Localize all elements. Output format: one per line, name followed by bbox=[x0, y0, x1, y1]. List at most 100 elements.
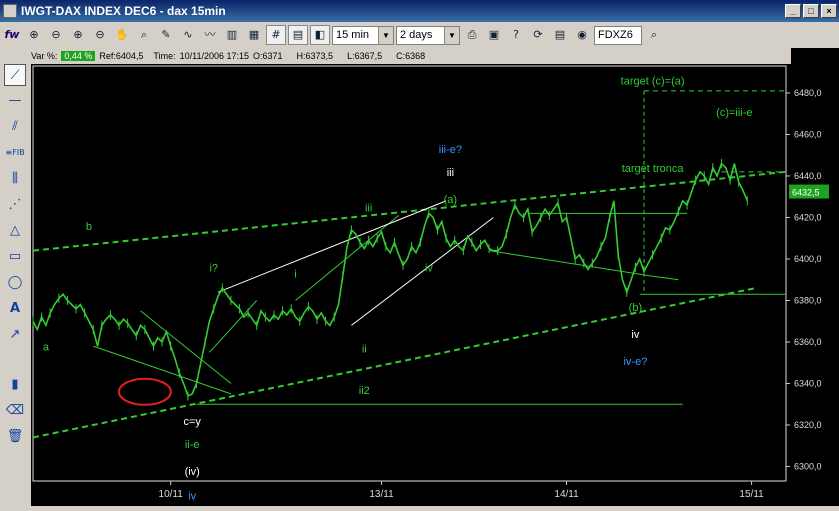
range-select[interactable]: 2 days ▼ bbox=[396, 25, 460, 45]
symbol-input[interactable]: FDXZ6 bbox=[594, 25, 642, 45]
interval-value: 15 min bbox=[336, 28, 370, 41]
grid-icon[interactable]: # bbox=[266, 25, 286, 45]
zoom-area-icon[interactable]: ⌕ bbox=[134, 25, 154, 45]
bar-chart-icon[interactable]: ▥ bbox=[222, 25, 242, 45]
y-tick-label: 6460,0 bbox=[794, 129, 822, 139]
chart-area[interactable]: 6300,0 6320,0 6340,0 6360,0 6380,0 6400,0 6420… bbox=[31, 48, 839, 506]
wave-label: iv bbox=[631, 329, 639, 341]
price-chart[interactable]: 6300,0 6320,0 6340,0 6360,0 6380,0 6400,0 6420… bbox=[31, 48, 839, 506]
wave-label: b bbox=[86, 221, 92, 233]
horizontal-line-tool-icon[interactable]: — bbox=[4, 90, 26, 112]
wave-label: (iv) bbox=[185, 466, 200, 478]
interval-select[interactable]: 15 min ▼ bbox=[332, 25, 394, 45]
y-tick-label: 6320,0 bbox=[794, 420, 822, 430]
y-tick-label: 6360,0 bbox=[794, 337, 822, 347]
save-icon[interactable]: ▣ bbox=[484, 25, 504, 45]
wave-label: iii-e? bbox=[439, 144, 462, 156]
grid-alt-icon[interactable]: ▤ bbox=[288, 25, 308, 45]
rectangle-tool-icon[interactable]: ▭ bbox=[4, 246, 26, 268]
level-label: target tronca bbox=[622, 163, 685, 175]
wave-label: (a) bbox=[444, 194, 457, 206]
wave-label: ii bbox=[362, 343, 367, 355]
triangle-tool-icon[interactable]: △ bbox=[4, 220, 26, 242]
minimize-button[interactable]: _ bbox=[785, 4, 801, 18]
x-tick-label: 13/11 bbox=[369, 489, 394, 500]
split-icon[interactable]: ◧ bbox=[310, 25, 330, 45]
x-tick-label: 15/11 bbox=[739, 489, 764, 500]
fibonacci-tool-icon[interactable]: ≡FIB bbox=[4, 142, 26, 164]
trash-icon[interactable]: 🗑 bbox=[4, 426, 26, 448]
table-icon[interactable]: ▤ bbox=[550, 25, 570, 45]
wave-label: (b) bbox=[629, 302, 642, 314]
candle-chart-icon[interactable]: ▦ bbox=[244, 25, 264, 45]
time-label: Time: bbox=[153, 51, 176, 61]
wave-label: iii bbox=[365, 202, 372, 214]
fan-tool-icon[interactable]: ⋰ bbox=[4, 194, 26, 216]
print-icon[interactable]: ⎙ bbox=[462, 25, 482, 45]
wave-iv-line bbox=[489, 250, 649, 277]
line-chart-icon[interactable]: ∿ bbox=[178, 25, 198, 45]
ruler-icon[interactable]: ✎ bbox=[156, 25, 176, 45]
high-value: H:6373,5 bbox=[296, 51, 334, 61]
x-tick-label: 10/11 bbox=[159, 489, 184, 500]
y-tick-label: 6340,0 bbox=[794, 378, 822, 388]
wave-iv-end-line bbox=[648, 275, 679, 281]
title-bar: IWGT-DAX INDEX DEC6 - dax 15min _ □ × bbox=[0, 0, 839, 22]
arrow-tool-icon[interactable]: ↗ bbox=[4, 324, 26, 346]
help-icon[interactable]: ? bbox=[506, 25, 526, 45]
time-value: 10/11/2006 17:15 bbox=[179, 51, 249, 61]
zoom-in-icon[interactable]: ⊕ bbox=[24, 25, 44, 45]
refresh-icon[interactable]: ⟳ bbox=[528, 25, 548, 45]
ref-value: Ref:6404,5 bbox=[99, 51, 144, 61]
upper-channel-line bbox=[32, 170, 787, 252]
wave-label: iii bbox=[447, 167, 454, 179]
wave-a-trend-line bbox=[93, 345, 232, 395]
highlight-ellipse bbox=[117, 377, 172, 406]
maximize-button[interactable]: □ bbox=[803, 4, 819, 18]
wave-label: a bbox=[43, 341, 50, 353]
y-tick-label: 6300,0 bbox=[794, 461, 822, 471]
wave-label: (c)=iii-e bbox=[716, 107, 752, 119]
chevron-down-icon: ▼ bbox=[444, 26, 459, 44]
wave-i-line bbox=[209, 300, 258, 353]
wave-label: ii-e bbox=[185, 439, 200, 451]
low-value: L:6367,5 bbox=[347, 51, 383, 61]
wave-icon[interactable]: 〰 bbox=[200, 25, 220, 45]
search-icon[interactable]: ⌕ bbox=[644, 25, 664, 45]
eraser-icon[interactable]: ⌫ bbox=[4, 400, 26, 422]
zoom-in-x-icon[interactable]: ⊕ bbox=[68, 25, 88, 45]
wave-i-iii-line bbox=[295, 215, 400, 301]
zoom-out-icon[interactable]: ⊖ bbox=[46, 25, 66, 45]
zoom-out-x-icon[interactable]: ⊖ bbox=[90, 25, 110, 45]
plot-frame bbox=[32, 65, 787, 482]
info-bar: Var %: 0,44 % Ref:6404,5 Time: 10/11/200… bbox=[31, 48, 791, 64]
wave-label: ii2 bbox=[359, 385, 370, 397]
channel-tool-icon[interactable]: ⫽ bbox=[4, 116, 26, 138]
text-tool-icon[interactable]: A bbox=[4, 298, 26, 320]
close-button[interactable]: × bbox=[821, 4, 837, 18]
close-value: C:6368 bbox=[396, 51, 426, 61]
last-price-label: 6432,5 bbox=[792, 188, 820, 198]
var-value: 0,44 % bbox=[61, 51, 96, 61]
hand-icon[interactable]: ✋ bbox=[112, 25, 132, 45]
wave-label: iv bbox=[188, 491, 196, 503]
wave-label: i bbox=[294, 269, 296, 281]
var-label: Var %: bbox=[31, 51, 58, 61]
color-picker-icon[interactable]: ▮ bbox=[4, 374, 26, 396]
y-tick-label: 6440,0 bbox=[794, 171, 822, 181]
ellipse-tool-icon[interactable]: ◯ bbox=[4, 272, 26, 294]
wave-label: c=y bbox=[183, 416, 201, 428]
vertical-lines-tool-icon[interactable]: ⫼ bbox=[4, 168, 26, 190]
range-value: 2 days bbox=[400, 28, 433, 41]
wave-label: iv-e? bbox=[623, 356, 647, 368]
open-value: O:6371 bbox=[253, 51, 283, 61]
y-tick-label: 6400,0 bbox=[794, 254, 822, 264]
globe-icon[interactable]: ◉ bbox=[572, 25, 592, 45]
y-tick-label: 6420,0 bbox=[794, 212, 822, 222]
window-title: IWGT-DAX INDEX DEC6 - dax 15min bbox=[21, 4, 226, 18]
fw-logo-icon[interactable]: fw bbox=[2, 25, 22, 45]
wave-b-trend-line bbox=[140, 310, 232, 384]
app-icon bbox=[3, 4, 17, 18]
trendline-tool-icon[interactable]: ⟋ bbox=[4, 64, 26, 86]
wave-label: i? bbox=[209, 262, 218, 274]
